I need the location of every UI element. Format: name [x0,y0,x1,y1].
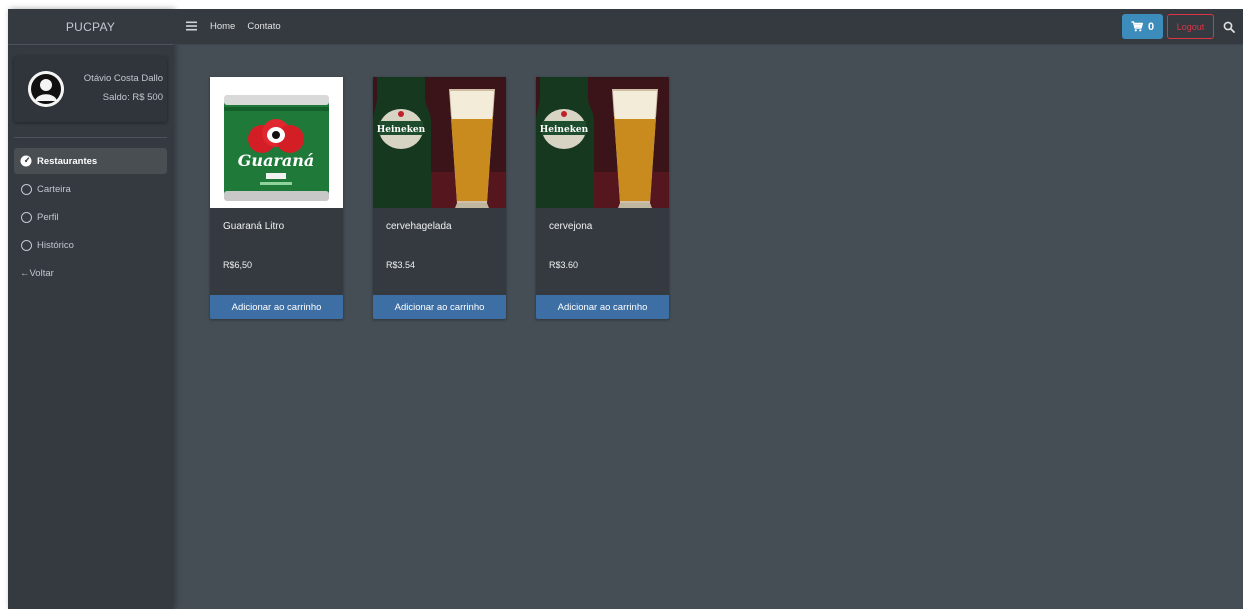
logout-button[interactable]: Logout [1167,14,1214,39]
circle-icon [20,183,32,195]
cart-count: 0 [1147,20,1155,33]
product-image-heineken: Heineken [373,77,506,208]
svg-text:Guaraná: Guaraná [238,151,314,170]
sidebar: PUCPAY Otávio Costa Dallo Saldo: R$ 500 [8,9,173,609]
sidebar-item-label: Histórico [37,239,74,251]
add-to-cart-button[interactable]: Adicionar ao carrinho [536,295,669,319]
cart-icon [1131,21,1143,32]
circle-icon [20,239,32,251]
hamburger-icon[interactable] [184,20,198,34]
user-name[interactable]: Otávio Costa Dallo [84,69,163,88]
app-frame: PUCPAY Otávio Costa Dallo Saldo: R$ 500 [8,9,1243,609]
avatar [28,71,64,107]
sidebar-nav: Restaurantes Carteira Perfil Histórico ←… [8,148,173,286]
product-image-heineken: Heineken [536,77,669,208]
product-card: Heineken cervejona R$3.60 Adicionar ao c… [536,77,669,319]
topbar-actions: 0 Logout [1122,14,1237,39]
circle-icon [20,211,32,223]
svg-text:Heineken: Heineken [377,125,426,135]
nav-link-contato[interactable]: Contato [247,21,280,32]
sidebar-item-historico[interactable]: Histórico [14,232,167,258]
product-name: cervehagelada [386,221,452,232]
nav-link-home[interactable]: Home [210,21,235,32]
brand-logo[interactable]: PUCPAY [8,9,173,45]
svg-text:Heineken: Heineken [540,125,589,135]
sidebar-item-label: Perfil [37,211,59,223]
add-to-cart-button[interactable]: Adicionar ao carrinho [210,295,343,319]
add-to-cart-button[interactable]: Adicionar ao carrinho [373,295,506,319]
product-price: R$3.54 [386,260,416,270]
user-panel: Otávio Costa Dallo Saldo: R$ 500 [14,56,167,122]
top-navbar: Home Contato 0 Logout [173,9,1243,45]
product-card: Heineken cervehagelada R$3.54 Adicionar … [373,77,506,319]
user-info: Otávio Costa Dallo Saldo: R$ 500 [84,69,163,107]
product-name: cervejona [549,221,593,232]
search-icon[interactable] [1223,20,1237,34]
cart-button[interactable]: 0 [1122,14,1163,39]
user-balance: Saldo: R$ 500 [102,92,163,103]
product-price: R$6,50 [223,260,253,270]
sidebar-divider [14,137,167,138]
sidebar-item-restaurantes[interactable]: Restaurantes [14,148,167,174]
sidebar-item-label: Restaurantes [37,155,98,167]
user-silhouette-icon [28,71,64,107]
product-name: Guaraná Litro [223,221,285,232]
sidebar-item-perfil[interactable]: Perfil [14,204,167,230]
sidebar-item-label: Carteira [37,183,71,195]
product-card: Guaraná Guaraná Litro R$6,50 Adicionar a… [210,77,343,319]
main-content: Guaraná Guaraná Litro R$6,50 Adicionar a… [173,45,1243,609]
product-price: R$3.60 [549,260,579,270]
back-link[interactable]: ←Voltar [14,260,167,286]
tachometer-icon [20,155,32,167]
product-image-guarana: Guaraná [210,77,343,208]
sidebar-item-carteira[interactable]: Carteira [14,176,167,202]
